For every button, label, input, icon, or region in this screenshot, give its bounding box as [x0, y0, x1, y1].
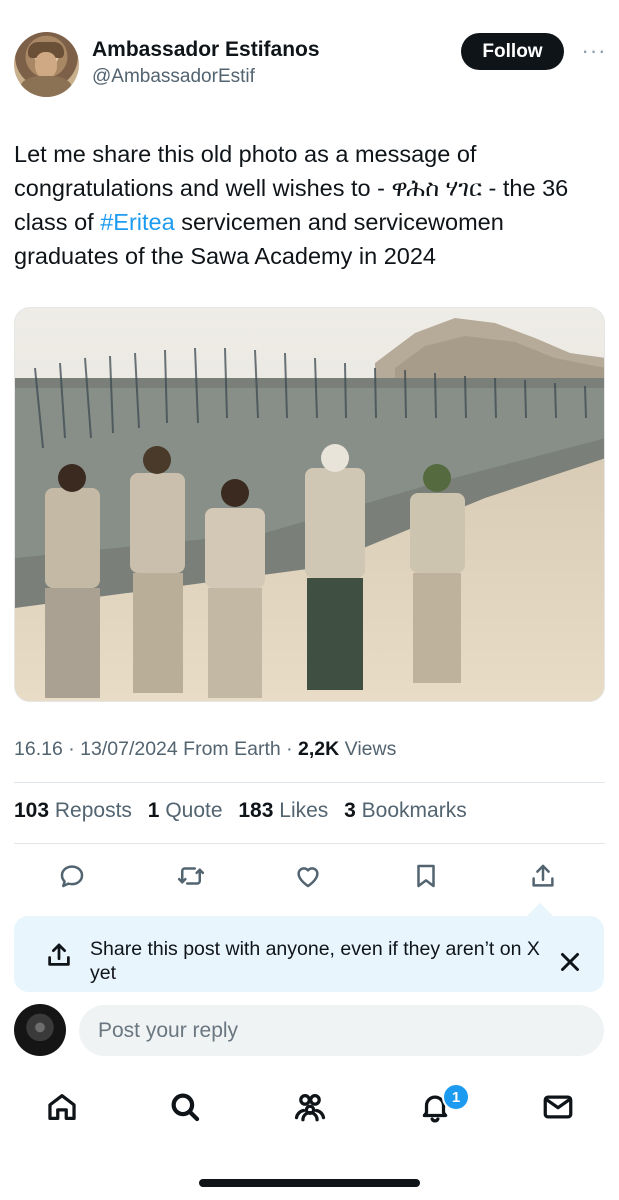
bookmarks-stat[interactable]: 3 Bookmarks — [344, 799, 467, 822]
reposts-label: Reposts — [54, 799, 132, 822]
views-count: 2,2K — [298, 738, 340, 760]
notifications-badge: 1 — [442, 1083, 470, 1111]
share-icon — [48, 943, 70, 966]
quotes-count: 1 — [147, 799, 160, 822]
bookmark-button[interactable] — [406, 856, 446, 896]
repost-icon — [177, 867, 205, 885]
nav-search[interactable] — [165, 1087, 205, 1127]
bookmarks-label: Bookmarks — [361, 799, 467, 822]
close-icon — [561, 953, 579, 971]
bookmarks-count: 3 — [344, 799, 356, 822]
communities-icon — [294, 1094, 326, 1122]
home-indicator[interactable] — [199, 1179, 420, 1187]
messages-icon — [543, 1095, 573, 1119]
author-name[interactable]: Ambassador Estifanos — [92, 38, 320, 62]
like-button[interactable] — [288, 856, 328, 896]
author-avatar[interactable] — [14, 32, 79, 97]
banner-text: Share this post with anyone, even if the… — [90, 938, 540, 984]
search-icon — [171, 1093, 200, 1122]
banner-close-button[interactable] — [555, 947, 585, 977]
divider — [14, 843, 605, 844]
follow-button[interactable]: Follow — [461, 33, 564, 70]
nav-home[interactable] — [42, 1087, 82, 1127]
post-photo[interactable] — [14, 307, 605, 702]
meta-separator: · — [280, 738, 299, 760]
nav-messages[interactable] — [538, 1087, 578, 1127]
like-icon — [297, 867, 319, 888]
author-handle[interactable]: @AmbassadorEstif — [92, 66, 255, 88]
reply-input[interactable] — [79, 1005, 604, 1056]
divider — [14, 782, 605, 783]
reply-button[interactable] — [52, 856, 92, 896]
repost-button[interactable] — [171, 856, 211, 896]
more-options-icon[interactable]: ··· — [578, 36, 610, 66]
meta-separator: · — [62, 738, 81, 760]
share-icon — [532, 864, 554, 887]
nav-communities[interactable] — [290, 1087, 330, 1127]
quotes-label: Quote — [165, 799, 223, 822]
likes-stat[interactable]: 183 Likes — [238, 799, 328, 822]
post-source: From Earth — [177, 738, 281, 760]
post-meta: 16.16 · 13/07/2024 From Earth · 2,2K Vie… — [14, 738, 396, 761]
reply-icon — [60, 865, 84, 888]
views-label: Views — [339, 738, 397, 760]
post-text: Let me share this old photo as a message… — [14, 137, 612, 273]
likes-label: Likes — [279, 799, 329, 822]
banner-share-icon — [44, 940, 74, 970]
post-time: 16.16 — [14, 738, 63, 760]
my-avatar[interactable] — [14, 1004, 66, 1056]
home-icon — [48, 1094, 76, 1120]
hashtag-link[interactable]: #Eritea — [100, 209, 174, 235]
share-button[interactable] — [523, 856, 563, 896]
bookmark-icon — [417, 864, 435, 888]
post-date: 13/07/2024 — [80, 738, 178, 760]
likes-count: 183 — [238, 799, 274, 822]
reposts-count: 103 — [14, 799, 50, 822]
photo-soldiers-icon — [15, 308, 604, 701]
post-stats: 103 Reposts 1 Quote 183 Likes 3 Bookmark… — [14, 799, 467, 823]
quotes-stat[interactable]: 1 Quote — [148, 799, 223, 822]
reposts-stat[interactable]: 103 Reposts — [14, 799, 132, 822]
